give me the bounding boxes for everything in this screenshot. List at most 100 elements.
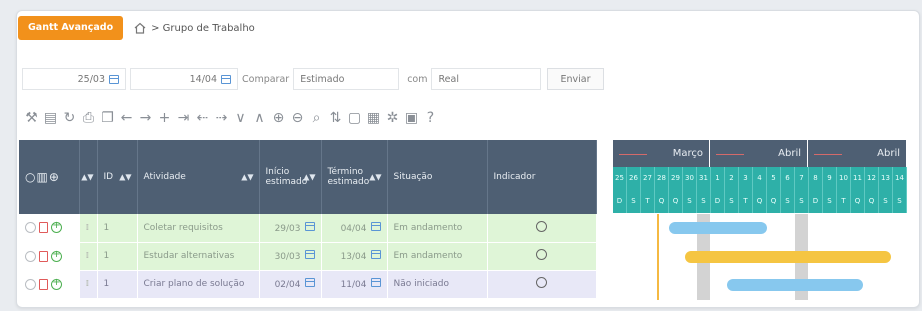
calendar-icon[interactable] [304, 278, 315, 287]
status-cell[interactable]: Em andamento [387, 242, 488, 271]
end-value: 04/04 [340, 223, 367, 234]
calendar-icon[interactable] [109, 74, 119, 84]
plus-icon[interactable]: + [155, 109, 174, 127]
sort-icon[interactable]: ▲▼ [303, 173, 315, 182]
table-row[interactable]: ⁞⁞ 1 Criar plano de solução 02/04 11/04 … [19, 270, 597, 299]
start-cell[interactable]: 02/04 [259, 270, 322, 299]
end-cell[interactable]: 13/04 [321, 242, 388, 271]
gantt-weekday-cell: Q [669, 190, 683, 213]
circle-icon[interactable]: ○ [25, 170, 36, 184]
file-icon[interactable]: ▤ [41, 109, 60, 127]
columns-icon[interactable]: ▢ [345, 109, 364, 127]
table-row[interactable]: ⁞⁞ 1 Coletar requisitos 29/03 04/04 Em a… [19, 214, 597, 243]
gantt-bar-criar-plano[interactable] [727, 279, 863, 291]
indent-icon[interactable]: ⇥ [174, 109, 193, 127]
trash-icon[interactable] [39, 278, 48, 290]
zoom-in-icon[interactable]: ⊕ [269, 109, 288, 127]
sort-icon[interactable]: ▲▼ [241, 173, 253, 182]
compare-select[interactable]: Estimado [293, 68, 400, 90]
with-label: com [407, 73, 428, 85]
copy-icon[interactable]: ❐ [98, 109, 117, 127]
gantt-advanced-button[interactable]: Gantt Avançado [18, 16, 124, 40]
calendar-icon[interactable] [370, 221, 381, 231]
status-cell[interactable]: Não iniciado [387, 270, 488, 299]
page-header: Gantt Avançado > Grupo de Trabalho [18, 15, 255, 41]
start-date-field[interactable]: 25/03 [22, 68, 126, 90]
drag-handle[interactable]: ⁞⁞ [79, 214, 98, 243]
status-header[interactable]: Situação [387, 140, 488, 214]
add-icon[interactable] [51, 277, 62, 290]
gantt-bar-estudar-alternativas[interactable] [685, 251, 891, 263]
calendar-icon[interactable] [370, 250, 381, 259]
grid-icon[interactable]: ▦ [364, 109, 383, 127]
add-icon[interactable] [51, 249, 62, 262]
print-icon[interactable]: ⎙ [79, 109, 98, 127]
activity-cell[interactable]: Criar plano de solução [137, 270, 260, 299]
outdent-right-icon[interactable]: ⇢ [212, 109, 231, 127]
add-icon[interactable] [51, 220, 62, 234]
gantt-day-cell: 2 [725, 167, 739, 190]
circle-icon[interactable] [25, 222, 36, 234]
lock-icon[interactable]: ▣ [402, 109, 421, 127]
start-cell[interactable]: 30/03 [259, 242, 322, 271]
activity-header[interactable]: Atividade ▲▼ [137, 140, 260, 214]
end-date-value: 14/04 [189, 73, 217, 85]
sort-icon[interactable]: ▲▼ [119, 173, 131, 182]
arrow-left-icon[interactable]: ← [117, 109, 136, 127]
circle-icon[interactable] [25, 278, 36, 290]
gear-icon[interactable]: ✲ [383, 109, 402, 127]
gantt-weekday-cell: S [781, 190, 795, 213]
zoom-out-icon[interactable]: ⊖ [288, 109, 307, 127]
send-button[interactable]: Enviar [547, 68, 604, 90]
circle-icon[interactable] [25, 250, 36, 262]
outdent-left-icon[interactable]: ⇠ [193, 109, 212, 127]
calendar-icon[interactable] [304, 221, 315, 231]
chevron-up-icon[interactable]: ∧ [250, 109, 269, 127]
drag-handle[interactable]: ⁞⁞ [79, 242, 98, 271]
start-cell[interactable]: 29/03 [259, 214, 322, 243]
activity-cell[interactable]: Estudar alternativas [137, 242, 260, 271]
drag-handle[interactable]: ⁞⁞ [79, 270, 98, 299]
start-header[interactable]: Início estimado ▲▼ [259, 140, 322, 214]
table-row[interactable]: ⁞⁞ 1 Estudar alternativas 30/03 13/04 Em… [19, 242, 597, 271]
calendar-icon[interactable] [304, 250, 315, 259]
help-icon[interactable]: ? [421, 109, 440, 127]
calendar-icon[interactable] [221, 74, 231, 84]
id-header[interactable]: ID ▲▼ [97, 140, 138, 214]
trash-icon[interactable] [39, 222, 48, 234]
chevron-down-icon[interactable]: ∨ [231, 109, 250, 127]
gantt-day-cell: 30 [683, 167, 697, 190]
start-header-label: Início estimado [265, 167, 308, 187]
end-date-field[interactable]: 14/04 [130, 68, 238, 90]
sort-icon[interactable]: ▲▼ [369, 173, 381, 182]
start-value: 30/03 [274, 252, 301, 262]
end-header[interactable]: Término estimado ▲▼ [321, 140, 388, 214]
calendar-icon[interactable] [370, 278, 381, 287]
gantt-weekday-cell: S [697, 190, 711, 213]
add-icon[interactable]: ⊕ [49, 170, 60, 184]
end-cell[interactable]: 11/04 [321, 270, 388, 299]
with-select[interactable]: Real [431, 68, 542, 90]
gantt-month-label: Abril [877, 148, 900, 159]
gantt-month-header: Abril [710, 140, 808, 167]
sort-icon[interactable]: ⇅ [326, 109, 345, 127]
home-icon[interactable] [133, 21, 147, 35]
indicator-header[interactable]: Indicador [487, 140, 597, 214]
gantt-day-cell: 25 [613, 167, 627, 190]
table-header-row: ○▥⊕ ▲▼ ID ▲▼ Atividade ▲▼ Início estimado ▲… [19, 140, 597, 214]
status-cell[interactable]: Em andamento [387, 214, 488, 243]
sort-icon[interactable]: ▲▼ [81, 173, 93, 182]
wrench-icon[interactable]: ⚒ [22, 109, 41, 127]
indicator-cell [487, 270, 597, 299]
start-date-value: 25/03 [77, 73, 105, 85]
search-icon[interactable]: ⌕ [307, 109, 326, 127]
indicator-header-label: Indicador [493, 172, 536, 182]
trash-icon[interactable] [39, 250, 48, 262]
trash-icon[interactable]: ▥ [36, 170, 48, 184]
refresh-icon[interactable]: ↻ [60, 109, 79, 127]
gantt-bar-coletar-requisitos[interactable] [669, 222, 767, 234]
arrow-right-icon[interactable]: → [136, 109, 155, 127]
end-cell[interactable]: 04/04 [321, 214, 388, 243]
activity-cell[interactable]: Coletar requisitos [137, 214, 260, 243]
breadcrumb[interactable]: > Grupo de Trabalho [151, 23, 255, 34]
